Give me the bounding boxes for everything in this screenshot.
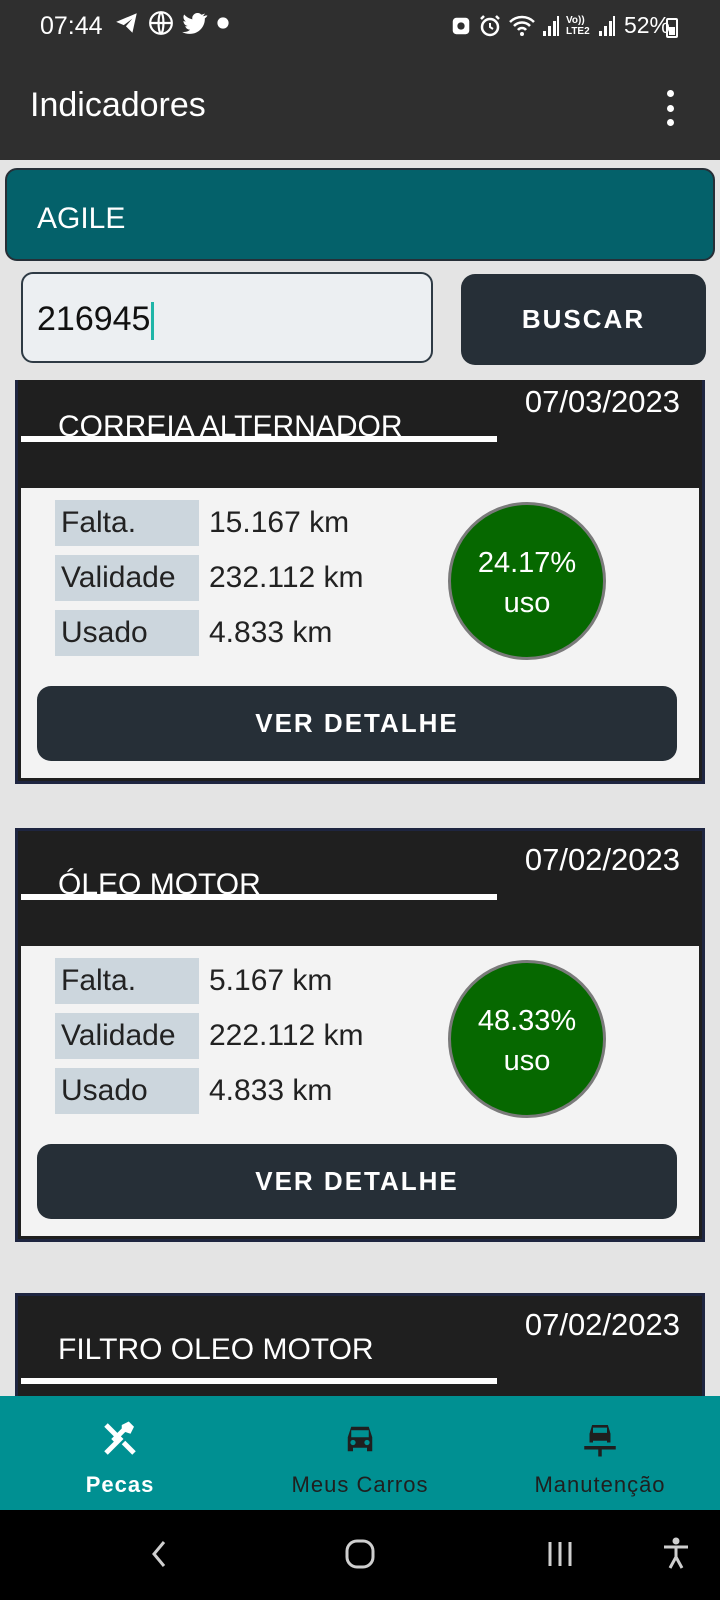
home-icon[interactable] — [338, 1532, 382, 1576]
back-icon[interactable] — [138, 1532, 182, 1576]
validity-label: Validade — [55, 1013, 199, 1059]
dot-icon — [217, 17, 229, 29]
title-underline — [21, 436, 497, 442]
system-navigation-bar — [0, 1510, 720, 1600]
validity-value: 232.112 km — [209, 561, 364, 594]
usage-label: uso — [503, 1045, 551, 1077]
globe-icon — [149, 11, 173, 35]
nav-label: Meus Carros — [291, 1472, 429, 1497]
mileage-input-value: 216945 — [37, 300, 151, 338]
title-underline — [21, 894, 497, 900]
part-card-header: CORREIA ALTERNADOR 07/03/2023 — [18, 380, 702, 488]
part-date: 07/02/2023 — [524, 842, 680, 877]
part-card: CORREIA ALTERNADOR 07/03/2023 Falta. 15.… — [15, 380, 705, 784]
parts-list[interactable]: CORREIA ALTERNADOR 07/03/2023 Falta. 15.… — [0, 380, 720, 1396]
status-right-icons: Vo)) LTE2 — [450, 14, 616, 38]
view-detail-button[interactable]: VER DETALHE — [37, 1144, 677, 1219]
part-date: 07/03/2023 — [524, 384, 680, 419]
status-left-icons — [114, 10, 230, 36]
usage-percent: 48.33% — [477, 1005, 577, 1037]
part-card-header: ÓLEO MOTOR 07/02/2023 — [18, 831, 702, 946]
usage-gauge: 48.33% uso — [448, 960, 606, 1118]
used-label: Usado — [55, 610, 199, 656]
recent-apps-icon[interactable] — [538, 1532, 582, 1576]
used-value: 4.833 km — [209, 616, 333, 649]
vehicle-selector[interactable]: AGILE — [5, 168, 715, 261]
nav-item-manutencao[interactable]: Manutenção — [480, 1396, 720, 1510]
usage-label: uso — [503, 587, 551, 619]
validity-label: Validade — [55, 555, 199, 601]
used-value: 4.833 km — [209, 1074, 333, 1107]
part-date: 07/02/2023 — [524, 1307, 680, 1342]
accessibility-icon[interactable] — [654, 1532, 698, 1576]
status-bar: 07:44 Vo)) LTE2 52% — [0, 0, 720, 56]
status-time: 07:44 — [40, 12, 103, 40]
page-title: Indicadores — [30, 86, 206, 124]
tools-icon — [104, 1421, 136, 1455]
part-card-body: Falta. 5.167 km Validade 222.112 km Usad… — [21, 946, 699, 1236]
usage-gauge: 24.17% uso — [448, 502, 606, 660]
nav-item-meus-carros[interactable]: Meus Carros — [240, 1396, 480, 1510]
part-title: FILTRO OLEO MOTOR — [58, 1333, 374, 1366]
overflow-menu-icon[interactable] — [660, 90, 680, 126]
status-right: Vo)) LTE2 52% — [450, 12, 670, 39]
used-label: Usado — [55, 1068, 199, 1114]
twitter-icon — [182, 12, 208, 34]
text-caret — [151, 302, 155, 341]
search-button[interactable]: BUSCAR — [461, 274, 706, 365]
battery-percent: 52% — [623, 12, 670, 38]
part-card-header: FILTRO OLEO MOTOR 07/02/2023 — [18, 1296, 702, 1396]
wifi-icon — [509, 15, 535, 36]
signal-icon — [542, 15, 559, 36]
nav-label: Pecas — [85, 1472, 155, 1497]
signal-icon — [598, 15, 615, 36]
screenshot-icon — [452, 17, 470, 34]
app-bar: Indicadores — [0, 56, 720, 160]
nav-item-pecas[interactable]: Pecas — [0, 1396, 240, 1510]
battery-icon — [666, 18, 678, 38]
usage-percent: 24.17% — [477, 547, 577, 579]
mileage-input[interactable]: 216945 — [21, 272, 433, 363]
view-detail-button[interactable]: VER DETALHE — [37, 686, 677, 761]
car-icon — [347, 1426, 373, 1452]
vehicle-name: AGILE — [37, 202, 126, 235]
title-underline — [21, 1378, 497, 1384]
part-card: ÓLEO MOTOR 07/02/2023 Falta. 5.167 km Va… — [15, 828, 705, 1242]
part-card: FILTRO OLEO MOTOR 07/02/2023 — [15, 1293, 705, 1396]
remaining-value: 5.167 km — [209, 964, 333, 997]
nav-label: Manutenção — [534, 1472, 666, 1497]
bottom-navigation: Pecas Meus Carros Manutenção — [0, 1396, 720, 1510]
car-lift-icon — [584, 1425, 616, 1457]
telegram-icon — [116, 13, 137, 33]
part-card-body: Falta. 15.167 km Validade 232.112 km Usa… — [21, 488, 699, 778]
alarm-icon — [480, 14, 500, 36]
volte-label: Vo)) LTE2 — [565, 14, 590, 37]
remaining-label: Falta. — [55, 958, 199, 1004]
validity-value: 222.112 km — [209, 1019, 364, 1052]
remaining-label: Falta. — [55, 500, 199, 546]
remaining-value: 15.167 km — [209, 506, 350, 539]
